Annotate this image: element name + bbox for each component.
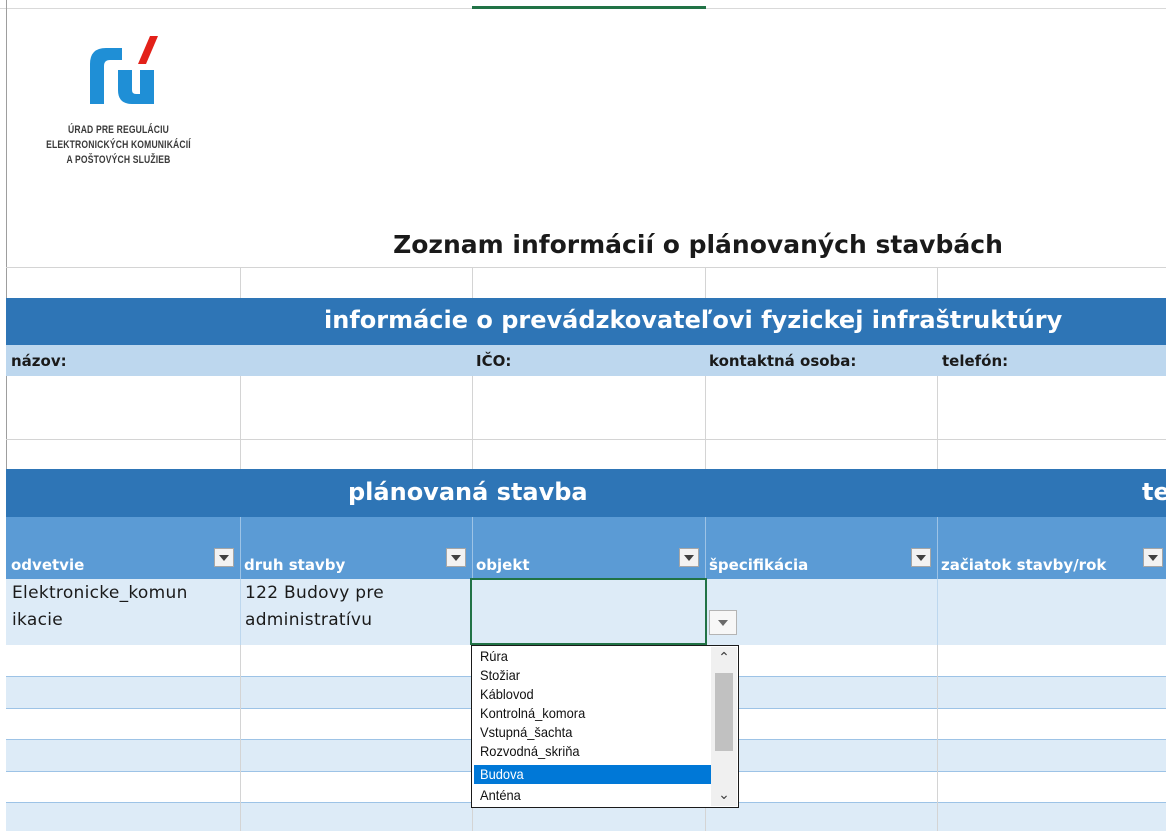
cell-druh-line2: administratívu [245,610,373,630]
grid-line [240,267,241,298]
chevron-down-icon [1148,554,1158,561]
cell-odvetvie-line1: Elektronicke_komun [12,583,188,603]
field-label-contact: kontaktná osoba: [709,352,857,370]
logo-line-2: ELEKTRONICKÝCH KOMUNIKÁCIÍ [46,139,191,151]
scroll-up-icon[interactable]: ⌃ [711,647,737,669]
active-cell-objekt[interactable] [470,578,707,645]
dropdown-option-selected[interactable]: Budova [474,765,711,784]
filter-button-specifikacia[interactable] [911,548,931,567]
chevron-down-icon [916,554,926,561]
grid-line [937,579,938,645]
grid-line [240,517,241,579]
dropdown-option[interactable]: Anténa [474,786,711,805]
cell-dropdown-button[interactable] [709,610,737,635]
grid-line [937,517,938,579]
dropdown-option[interactable]: Rúra [474,647,711,666]
grid-line [6,439,1166,440]
logo-line-1: ÚRAD PRE REGULÁCIU [67,124,170,136]
dropdown-option-label: Kontrolná_komora [480,705,586,721]
filter-button-zaciatok[interactable] [1143,548,1163,567]
dropdown-scrollbar[interactable]: ⌃ ⌄ [711,647,737,806]
dropdown-option-label: Budova [480,766,524,782]
dropdown-option-label: Rozvodná_skriňa [480,743,580,759]
field-label-ico: IČO: [476,352,512,370]
grid-line [240,645,241,831]
planned-section-title: plánovaná stavba [348,478,588,506]
filter-button-objekt[interactable] [679,548,699,567]
filter-button-odvetvie[interactable] [214,548,234,567]
rui-logo-mark [90,36,158,104]
active-column-indicator [472,6,706,9]
field-label-phone: telefón: [942,352,1009,370]
dropdown-option-label: Rúra [480,648,508,664]
column-header-druh-stavby: druh stavby [244,556,346,574]
cell-odvetvie[interactable]: Elektronicke_komun ikacie [12,580,240,634]
dropdown-option-label: Anténa [480,787,521,803]
dropdown-option-label: Vstupná_šachta [480,724,573,740]
operator-value-cell[interactable] [7,377,240,439]
dropdown-option[interactable]: Kontrolná_komora [474,704,711,723]
chevron-down-icon [684,554,694,561]
column-header-odvetvie: odvetvie [11,556,85,574]
logo-text: ÚRAD PRE REGULÁCIU ELEKTRONICKÝCH KOMUNI… [31,122,207,168]
operator-section-header: informácie o prevádzkovateľovi fyzickej … [6,298,1166,345]
grid-line [705,376,706,469]
grid-line [472,376,473,469]
page-title: Zoznam informácií o plánovaných stavbách [393,229,1003,259]
column-header-specifikacia: špecifikácia [709,556,809,574]
grid-line [240,579,241,645]
planned-section-header: plánovaná stavba te [6,469,1166,517]
grid-line [240,376,241,469]
column-header-zaciatok: začiatok stavby/rok [941,556,1107,574]
grid-line [937,645,938,831]
dropdown-option[interactable]: Rozvodná_skriňa [474,742,711,761]
operator-section-title: informácie o prevádzkovateľovi fyzickej … [324,306,1063,334]
cell-druh-stavby[interactable]: 122 Budovy pre administratívu [245,580,471,634]
logo-line-3: A POŠTOVÝCH SLUŽIEB [66,154,171,166]
field-label-name: názov: [11,352,67,370]
dropdown-option[interactable]: Káblovod [474,685,711,704]
cell-odvetvie-line2: ikacie [12,610,64,630]
objekt-dropdown-list[interactable]: Rúra Stožiar Káblovod Kontrolná_komora V… [471,645,739,808]
chevron-down-icon [451,554,461,561]
next-section-title-fragment: te [1142,478,1166,506]
chevron-down-icon [718,619,728,626]
grid-line [937,267,938,298]
grid-line [472,517,473,579]
grid-line [472,267,473,298]
filter-button-druh-stavby[interactable] [446,548,466,567]
scroll-down-icon[interactable]: ⌄ [711,784,737,806]
scrollbar-thumb[interactable] [715,673,733,751]
column-header-objekt: objekt [476,556,530,574]
grid-line [705,517,706,579]
dropdown-option[interactable]: Vstupná_šachta [474,723,711,742]
grid-line [705,267,706,298]
dropdown-option-label: Stožiar [480,667,521,683]
grid-line [6,267,1166,268]
cell-druh-line1: 122 Budovy pre [245,583,385,603]
dropdown-option-label: Káblovod [480,686,534,702]
rui-logo [88,34,158,108]
dropdown-option[interactable]: Stožiar [474,666,711,685]
grid-line [937,376,938,469]
chevron-down-icon [219,554,229,561]
